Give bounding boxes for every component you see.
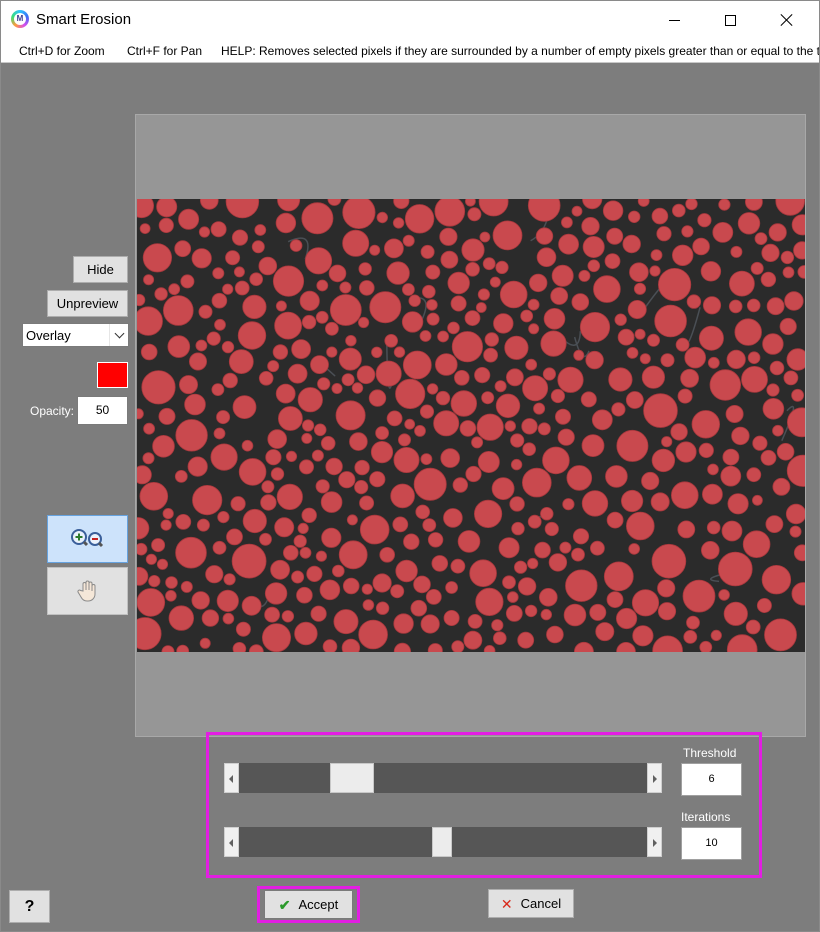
accept-button[interactable]: ✔ Accept	[264, 890, 353, 919]
opacity-input[interactable]: 50	[77, 396, 128, 425]
minimize-icon	[668, 19, 680, 21]
unpreview-button[interactable]: Unpreview	[47, 290, 128, 317]
zoom-tool-button[interactable]	[47, 515, 128, 563]
threshold-input[interactable]: 6	[681, 763, 742, 796]
window-title: Smart Erosion	[36, 11, 132, 28]
smart-erosion-window: Smart Erosion Ctrl+D for Zoom Ctrl+F for…	[0, 0, 820, 932]
maximize-icon	[724, 14, 736, 26]
menu-help[interactable]: HELP: Removes selected pixels if they ar…	[221, 44, 819, 58]
title-bar: Smart Erosion	[1, 1, 819, 39]
cancel-button[interactable]: ✕ Cancel	[488, 889, 574, 918]
iterations-input[interactable]: 10	[681, 827, 742, 860]
minimize-button[interactable]	[651, 1, 697, 39]
iterations-increase-arrow-icon[interactable]	[647, 827, 662, 857]
cancel-label: Cancel	[520, 896, 562, 911]
checkmark-icon: ✔	[278, 896, 291, 913]
iterations-decrease-arrow-icon[interactable]	[224, 827, 239, 857]
hide-button[interactable]: Hide	[73, 256, 128, 283]
iterations-slider-thumb[interactable]	[432, 827, 452, 857]
threshold-slider[interactable]	[224, 763, 662, 793]
zoom-in-out-icon	[70, 529, 103, 548]
close-x-icon: ✕	[500, 895, 513, 912]
particle-image	[137, 199, 805, 652]
maximize-button[interactable]	[707, 1, 753, 39]
preview-canvas[interactable]	[135, 114, 806, 737]
view-mode-select[interactable]: Overlay	[22, 323, 129, 347]
hand-pan-icon	[76, 580, 95, 602]
threshold-decrease-arrow-icon[interactable]	[224, 763, 239, 793]
parameters-panel: Threshold 6 Iterations 10	[206, 732, 762, 878]
iterations-slider[interactable]	[224, 827, 662, 857]
menu-bar: Ctrl+D for Zoom Ctrl+F for Pan HELP: Rem…	[1, 39, 819, 63]
accept-label: Accept	[298, 897, 339, 912]
threshold-slider-thumb[interactable]	[330, 763, 374, 793]
iterations-label: Iterations	[681, 810, 731, 824]
app-logo-icon	[11, 10, 29, 28]
overlay-color-swatch[interactable]	[97, 362, 128, 388]
pan-tool-button[interactable]	[47, 567, 128, 615]
menu-zoom-hint[interactable]: Ctrl+D for Zoom	[19, 44, 105, 58]
dialog-content: Hide Unpreview Overlay Opacity: 50 Thres…	[1, 64, 819, 931]
help-button[interactable]: ?	[9, 890, 50, 923]
opacity-label: Opacity:	[30, 404, 75, 418]
menu-pan-hint[interactable]: Ctrl+F for Pan	[127, 44, 202, 58]
threshold-label: Threshold	[683, 746, 737, 760]
chevron-down-icon[interactable]	[109, 324, 128, 346]
preview-image[interactable]	[137, 199, 805, 652]
close-icon	[780, 13, 794, 27]
close-button[interactable]	[764, 1, 810, 39]
view-mode-value: Overlay	[26, 328, 71, 343]
threshold-increase-arrow-icon[interactable]	[647, 763, 662, 793]
